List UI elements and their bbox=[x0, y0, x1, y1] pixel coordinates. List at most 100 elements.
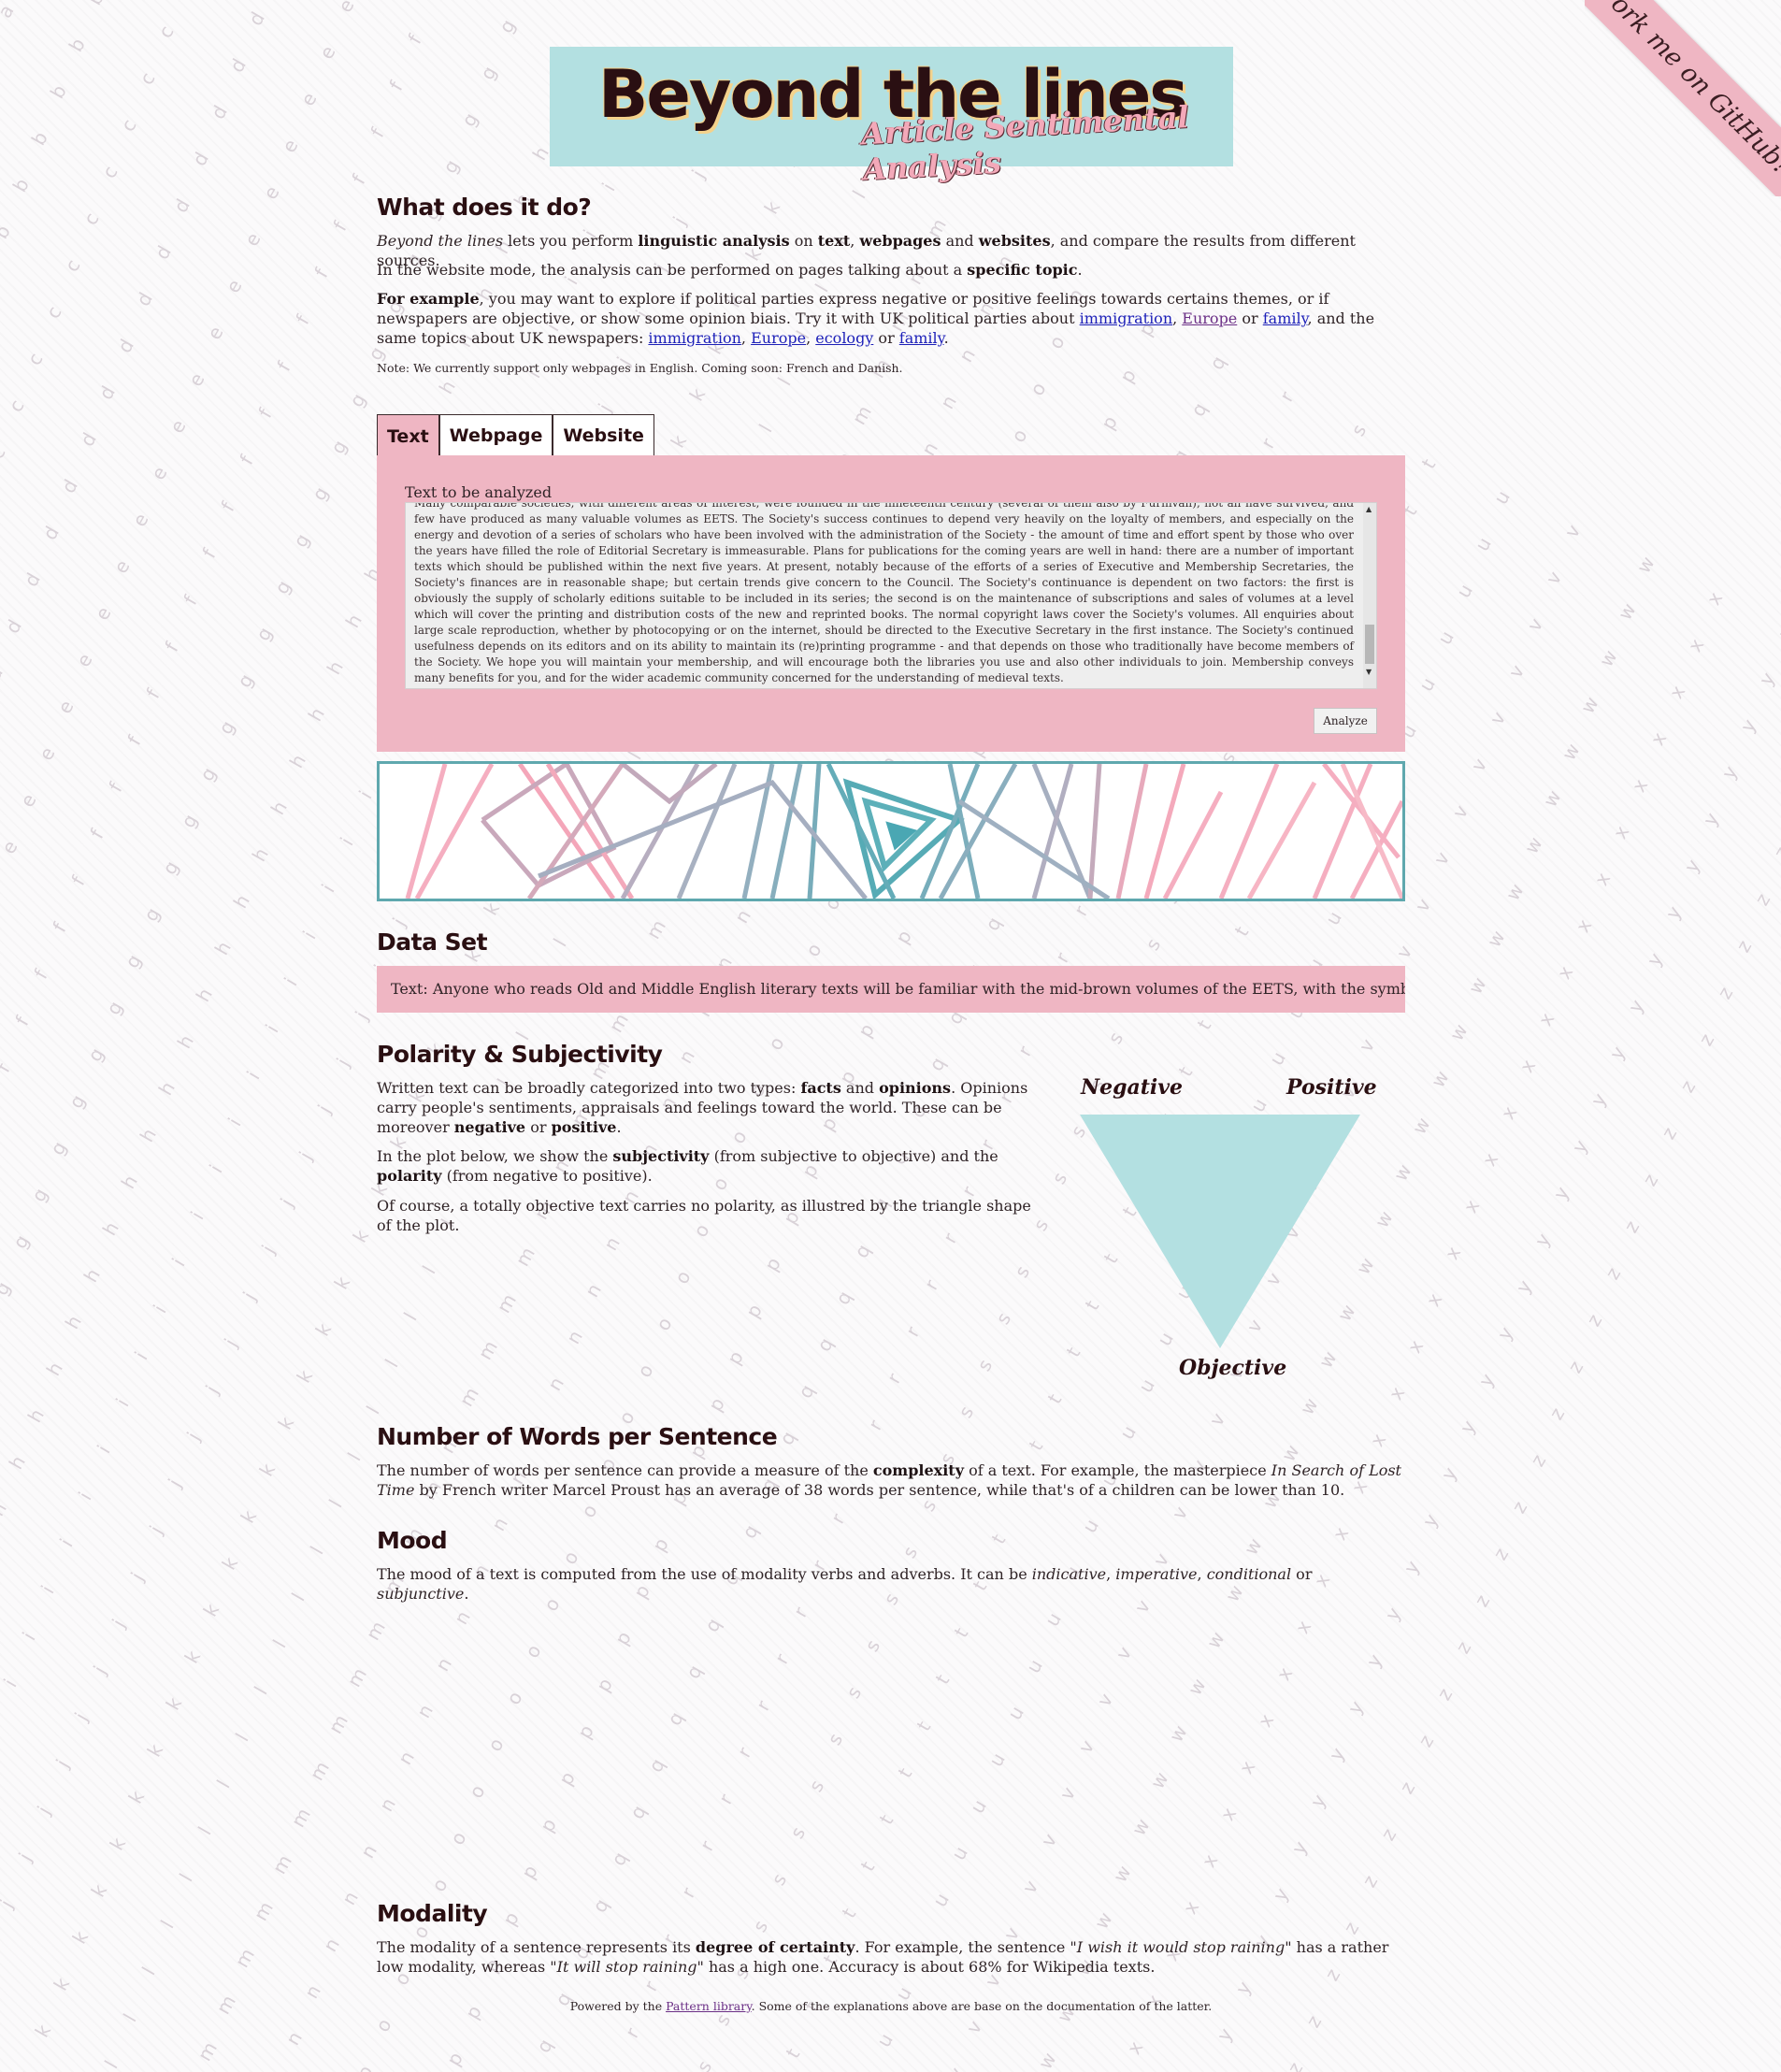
tab-webpage[interactable]: Webpage bbox=[438, 414, 553, 455]
background-letter: u bbox=[1451, 580, 1477, 602]
background-letter: r bbox=[919, 1275, 943, 1294]
footer: Powered by the Pattern library. Some of … bbox=[569, 1999, 1213, 2013]
background-letter: e bbox=[183, 368, 209, 391]
background-letter: y bbox=[1436, 1462, 1462, 1485]
background-letter: p bbox=[610, 1627, 636, 1649]
background-letter: d bbox=[206, 101, 232, 123]
background-letter: t bbox=[930, 1670, 955, 1689]
background-letter: l bbox=[548, 934, 571, 951]
scroll-thumb[interactable] bbox=[1365, 625, 1374, 664]
text-input-value[interactable]: Many comparable societies, with differen… bbox=[414, 503, 1354, 686]
background-letter: u bbox=[1320, 907, 1346, 929]
scroll-down-arrow-icon[interactable]: ▼ bbox=[1366, 668, 1372, 676]
mood-paragraph: The mood of a text is computed from the … bbox=[377, 1565, 1313, 1603]
background-letter: z bbox=[1376, 1824, 1401, 1845]
github-ribbon-label[interactable]: Fork me on GitHub! bbox=[1585, 0, 1781, 196]
background-letter: s bbox=[841, 1682, 867, 1703]
pattern-library-link[interactable]: Pattern library bbox=[666, 1999, 752, 2013]
background-letter: f bbox=[309, 264, 333, 282]
background-letter: y bbox=[1679, 855, 1705, 877]
background-letter: g bbox=[232, 669, 258, 692]
background-letter: l bbox=[847, 186, 870, 203]
background-letter: w bbox=[1089, 1907, 1117, 1934]
background-letter: h bbox=[60, 1311, 86, 1333]
background-letter: n bbox=[299, 1980, 325, 2003]
background-letter: g bbox=[456, 108, 482, 131]
background-letter: w bbox=[1295, 1393, 1323, 1419]
example-paragraph: For example, you may want to explore if … bbox=[377, 290, 1375, 347]
background-letter: e bbox=[202, 322, 228, 344]
background-letter: y bbox=[1230, 1977, 1257, 1999]
link-parties-europe[interactable]: Europe bbox=[1182, 309, 1237, 327]
background-letter: v bbox=[943, 2064, 969, 2072]
background-letter: i bbox=[92, 1441, 115, 1458]
tab-website[interactable]: Website bbox=[553, 414, 654, 455]
background-letter: g bbox=[438, 155, 464, 178]
background-letter: d bbox=[243, 7, 269, 30]
background-letter: h bbox=[97, 1217, 123, 1240]
link-news-immigration[interactable]: immigration bbox=[648, 329, 741, 347]
background-letter: g bbox=[26, 1184, 52, 1206]
link-parties-immigration[interactable]: immigration bbox=[1080, 309, 1173, 327]
background-letter: e bbox=[221, 275, 247, 297]
background-letter: i bbox=[297, 927, 321, 943]
background-letter: l bbox=[174, 1869, 197, 1886]
tab-text[interactable]: Text bbox=[377, 414, 439, 457]
background-letter: y bbox=[1548, 1182, 1574, 1204]
words-paragraph: The number of words per sentence can pro… bbox=[377, 1461, 1401, 1499]
background-letter: y bbox=[1511, 1275, 1537, 1298]
background-letter: w bbox=[1519, 832, 1547, 858]
background-letter: g bbox=[269, 576, 295, 598]
background-letter: z bbox=[1470, 1590, 1495, 1611]
background-letter: v bbox=[1073, 1735, 1099, 1758]
background-letter: n bbox=[598, 1232, 625, 1255]
background-letter: b bbox=[45, 80, 71, 103]
background-letter: y bbox=[1754, 668, 1780, 690]
polarity-paragraph-1: Written text can be broadly categorized … bbox=[377, 1079, 1028, 1136]
background-letter: x bbox=[1365, 1429, 1391, 1451]
background-letter: r bbox=[676, 1883, 700, 1902]
github-ribbon[interactable]: Fork me on GitHub! bbox=[1585, 0, 1781, 196]
polarity-paragraph-2: In the plot below, we show the subjectiv… bbox=[377, 1147, 998, 1185]
link-news-europe[interactable]: Europe bbox=[751, 329, 806, 347]
scroll-up-arrow-icon[interactable]: ▲ bbox=[1366, 505, 1372, 513]
background-letter: d bbox=[75, 428, 101, 451]
background-letter: z bbox=[1657, 1123, 1682, 1144]
background-letter: m bbox=[604, 1009, 634, 1037]
link-parties-family[interactable]: family bbox=[1263, 309, 1308, 327]
background-letter: e bbox=[71, 649, 97, 671]
background-letter: y bbox=[1455, 1416, 1481, 1438]
background-letter: x bbox=[1290, 1616, 1316, 1638]
textarea-scrollbar[interactable]: ▲ ▼ bbox=[1363, 503, 1376, 688]
background-letter: k bbox=[348, 1225, 374, 1247]
background-letter: i bbox=[596, 179, 620, 195]
background-letter: d bbox=[0, 615, 26, 638]
background-letter: q bbox=[737, 1520, 763, 1543]
link-news-ecology[interactable]: ecology bbox=[815, 329, 873, 347]
background-letter: f bbox=[216, 497, 239, 516]
background-letter: j bbox=[107, 1615, 130, 1632]
background-letter: i bbox=[335, 833, 358, 850]
background-letter: q bbox=[699, 1614, 725, 1636]
background-letter: m bbox=[305, 1757, 335, 1785]
background-letter: y bbox=[1716, 761, 1743, 784]
background-letter: f bbox=[403, 30, 426, 49]
background-letter: e bbox=[277, 135, 303, 157]
background-letter: f bbox=[10, 1012, 34, 1030]
background-letter: k bbox=[310, 1318, 337, 1341]
background-letter: e bbox=[34, 742, 60, 765]
dataset-row[interactable]: Text: Anyone who reads Old and Middle En… bbox=[377, 966, 1405, 1013]
background-letter: f bbox=[422, 0, 444, 1]
plot-label-positive: Positive bbox=[1286, 1075, 1377, 1100]
background-letter: h bbox=[116, 1171, 142, 1193]
background-letter: o bbox=[445, 1827, 471, 1849]
background-letter: t bbox=[1042, 1389, 1067, 1408]
background-letter: k bbox=[254, 1459, 280, 1481]
background-letter: s bbox=[1103, 1028, 1128, 1048]
background-letter: e bbox=[90, 602, 116, 625]
background-letter: q bbox=[980, 913, 1006, 935]
link-news-family[interactable]: family bbox=[899, 329, 944, 347]
text-input-area[interactable]: Many comparable societies, with differen… bbox=[405, 502, 1377, 689]
background-letter: w bbox=[1033, 2048, 1061, 2072]
analyze-button[interactable]: Analyze bbox=[1314, 708, 1377, 734]
